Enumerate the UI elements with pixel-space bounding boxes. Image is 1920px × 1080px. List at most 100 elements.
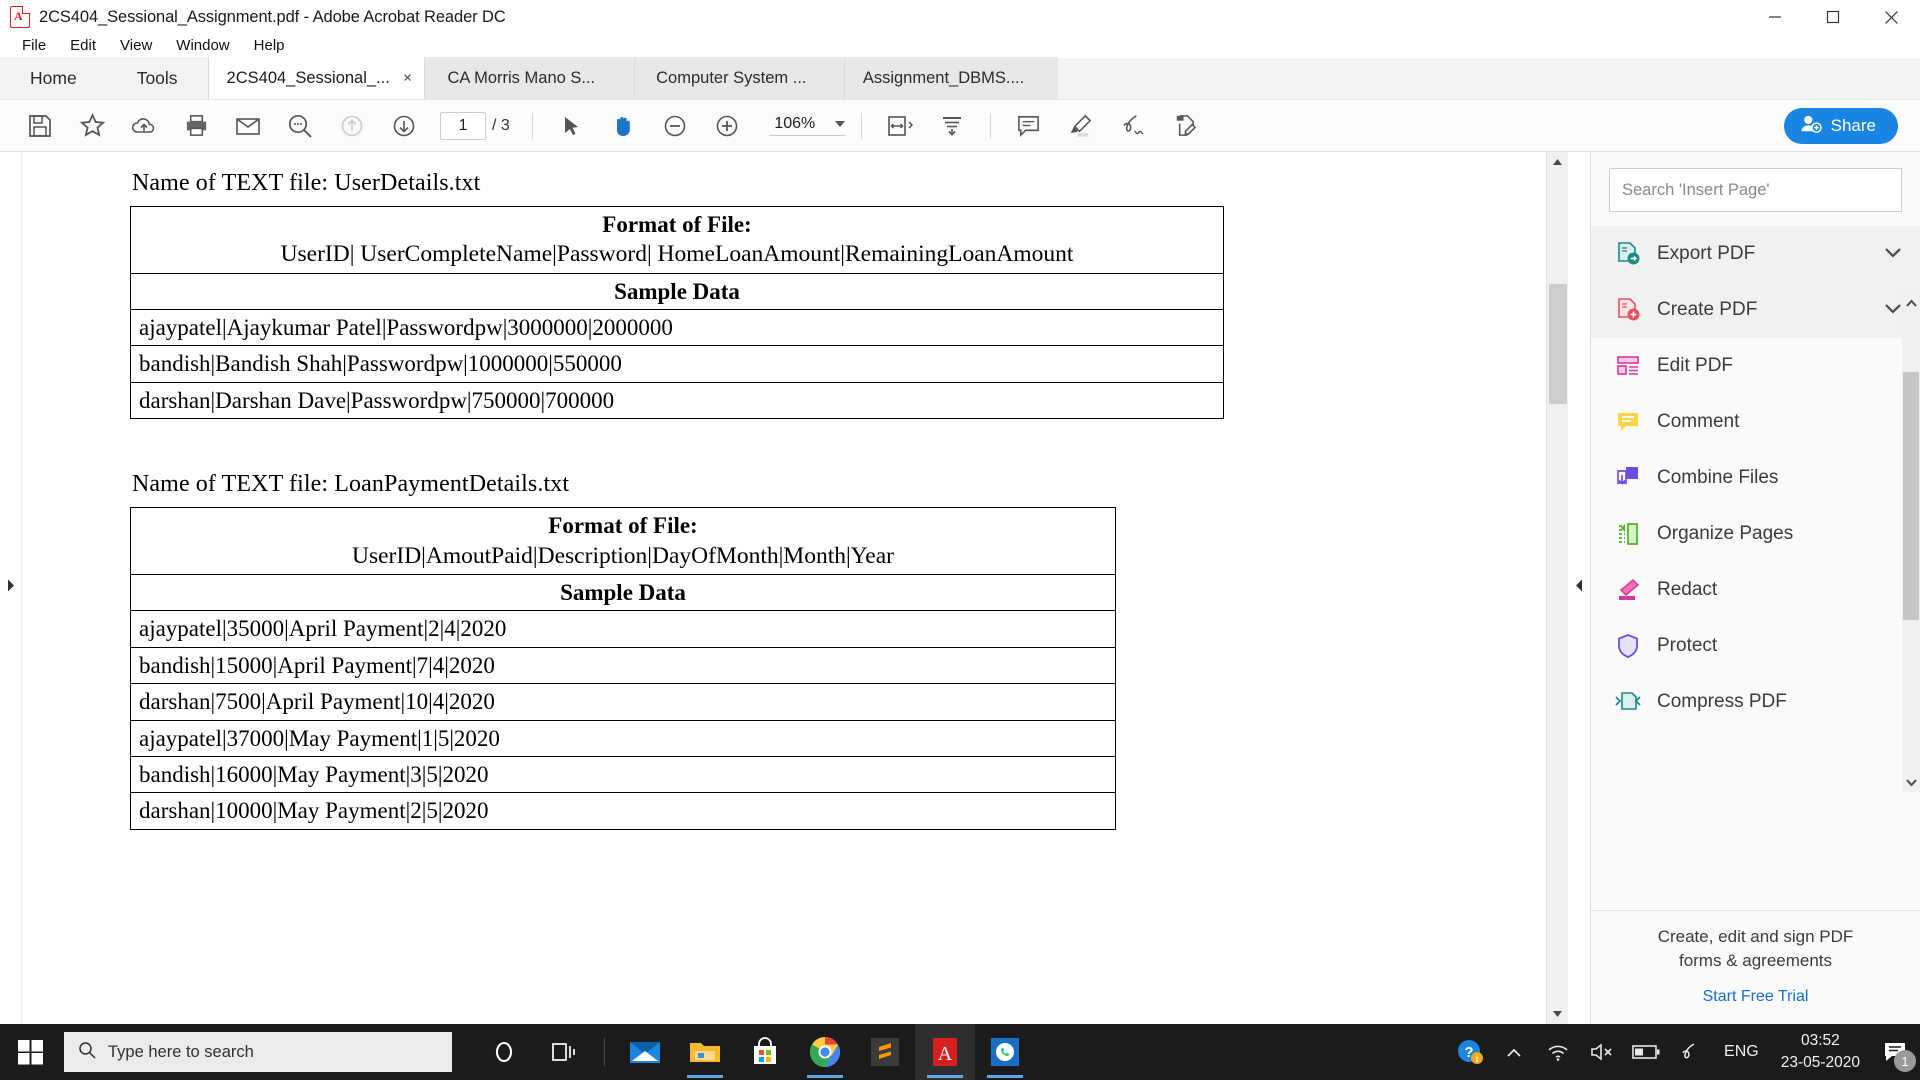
share-button[interactable]: Share (1783, 108, 1898, 144)
tools-panel-footer: Create, edit and sign PDF forms & agreem… (1591, 909, 1920, 1024)
share-person-icon (1800, 114, 1822, 139)
tab-close-icon[interactable]: × (403, 71, 412, 86)
chevron-down-icon[interactable] (1884, 243, 1902, 265)
whatsapp-icon[interactable] (975, 1024, 1035, 1080)
tool-item-create-pdf[interactable]: Create PDF (1591, 282, 1920, 338)
redact-icon (1613, 575, 1643, 605)
tool-item-compress-pdf[interactable]: Compress PDF (1591, 674, 1920, 730)
tool-label: Protect (1657, 635, 1718, 656)
print-icon[interactable] (170, 106, 222, 146)
chevron-down-icon[interactable] (834, 121, 845, 127)
panel-scrollbar-thumb[interactable] (1903, 372, 1919, 620)
acrobat-reader-icon[interactable]: A (915, 1024, 975, 1080)
tools-button[interactable]: Tools (106, 57, 208, 99)
tools-panel-scrollbar[interactable] (1902, 294, 1920, 792)
notification-center-button[interactable]: 1 (1870, 1024, 1920, 1080)
document-content: Name of TEXT file: UserDetails.txt Forma… (22, 170, 1546, 830)
file-explorer-icon[interactable] (675, 1024, 735, 1080)
tab-document-4[interactable]: Assignment_DBMS.... (843, 57, 1059, 99)
menu-help[interactable]: Help (242, 36, 297, 56)
system-tray: ? i ENG 03:52 23-05-2020 1 (1448, 1024, 1920, 1080)
data-cell: bandish|Bandish Shah|Passwordpw|1000000|… (130, 345, 1224, 383)
microsoft-store-icon[interactable] (735, 1024, 795, 1080)
menu-view[interactable]: View (108, 36, 164, 56)
fit-page-icon[interactable] (874, 106, 926, 146)
show-hidden-icons-icon[interactable] (1492, 1024, 1536, 1080)
sublime-text-icon[interactable] (855, 1024, 915, 1080)
data-cell: darshan|Darshan Dave|Passwordpw|750000|7… (130, 381, 1224, 420)
volume-muted-icon[interactable] (1580, 1024, 1624, 1080)
tool-item-edit-pdf[interactable]: Edit PDF (1591, 338, 1920, 394)
comment-icon[interactable] (1003, 106, 1055, 146)
start-button[interactable] (0, 1024, 62, 1080)
close-button[interactable] (1862, 0, 1920, 34)
chevron-down-icon[interactable] (1884, 299, 1902, 321)
taskbar-search[interactable]: Type here to search (64, 1032, 452, 1072)
table-row: darshan|10000|May Payment|2|5|2020 (130, 792, 1116, 830)
network-icon[interactable] (1536, 1024, 1580, 1080)
language-indicator[interactable]: ENG (1712, 1043, 1771, 1061)
sign-icon[interactable] (1107, 106, 1159, 146)
task-view-icon[interactable] (534, 1024, 594, 1080)
sample-data-header: Sample Data (130, 272, 1224, 310)
save-icon[interactable] (14, 106, 66, 146)
battery-icon[interactable] (1624, 1024, 1668, 1080)
edit-pdf-icon (1613, 351, 1643, 381)
document-scrollbar[interactable] (1546, 152, 1568, 1024)
email-icon[interactable] (222, 106, 274, 146)
zoom-in-icon[interactable] (701, 106, 753, 146)
highlight-icon[interactable] (1055, 106, 1107, 146)
pen-icon[interactable] (1668, 1024, 1712, 1080)
mail-icon[interactable] (615, 1024, 675, 1080)
start-free-trial-link[interactable]: Start Free Trial (1611, 988, 1900, 1006)
scrollbar-thumb[interactable] (1548, 284, 1567, 404)
minimize-button[interactable] (1746, 0, 1804, 34)
menu-file[interactable]: File (10, 36, 58, 56)
pdf-page: Name of TEXT file: UserDetails.txt Forma… (22, 152, 1546, 1024)
panel-scroll-down-arrow[interactable] (1902, 774, 1920, 792)
menu-window[interactable]: Window (164, 36, 241, 56)
menu-edit[interactable]: Edit (58, 36, 108, 56)
right-panel-toggle[interactable] (1568, 152, 1590, 1024)
zoom-out-icon[interactable] (649, 106, 701, 146)
tool-item-comment[interactable]: Comment (1591, 394, 1920, 450)
tab-document-3[interactable]: Computer System ... (633, 57, 844, 99)
scroll-down-arrow[interactable] (1547, 1004, 1569, 1024)
tool-item-organize-pages[interactable]: Organize Pages (1591, 506, 1920, 562)
help-icon[interactable]: ? i (1448, 1024, 1492, 1080)
cortana-icon[interactable] (474, 1024, 534, 1080)
panel-scroll-up-arrow[interactable] (1902, 294, 1920, 312)
user-details-table: Format of File: UserID| UserCompleteName… (130, 206, 1224, 420)
cloud-upload-icon[interactable] (118, 106, 170, 146)
hand-tool-icon[interactable] (597, 106, 649, 146)
taskbar-clock[interactable]: 03:52 23-05-2020 (1771, 1030, 1870, 1075)
star-icon[interactable] (66, 106, 118, 146)
fill-sign-icon[interactable] (1159, 106, 1211, 146)
scroll-up-arrow[interactable] (1547, 152, 1569, 172)
tool-item-combine-files[interactable]: Combine Files (1591, 450, 1920, 506)
table-row: Sample Data (130, 272, 1224, 310)
tools-panel: Search 'Insert Page' Export PDF Create P… (1590, 152, 1920, 1024)
select-tool-icon[interactable] (545, 106, 597, 146)
chrome-icon[interactable] (795, 1024, 855, 1080)
pdf-viewer[interactable]: Name of TEXT file: UserDetails.txt Forma… (22, 152, 1568, 1024)
tab-document-1[interactable]: 2CS404_Sessional_... × (207, 57, 424, 99)
tool-item-export-pdf[interactable]: Export PDF (1591, 226, 1920, 282)
next-page-icon[interactable] (378, 106, 430, 146)
home-button[interactable]: Home (0, 57, 107, 99)
scroll-mode-icon[interactable] (926, 106, 978, 146)
tab-document-2[interactable]: CA Morris Mano S... (423, 57, 634, 99)
tool-label: Comment (1657, 411, 1740, 432)
left-panel-toggle[interactable] (0, 152, 22, 1024)
page-number-input[interactable]: 1 (440, 111, 486, 140)
table-row: ajaypatel|Ajaykumar Patel|Passwordpw|300… (130, 308, 1224, 347)
tool-item-protect[interactable]: Protect (1591, 618, 1920, 674)
maximize-button[interactable] (1804, 0, 1862, 34)
search-icon[interactable] (274, 106, 326, 146)
tools-search-input[interactable]: Search 'Insert Page' (1609, 168, 1902, 212)
previous-page-icon[interactable] (326, 106, 378, 146)
zoom-level-selector[interactable]: 106% (768, 115, 845, 136)
tool-item-redact[interactable]: Redact (1591, 562, 1920, 618)
scrollbar-track[interactable] (1547, 172, 1569, 1004)
table-row: bandish|Bandish Shah|Passwordpw|1000000|… (130, 345, 1224, 383)
